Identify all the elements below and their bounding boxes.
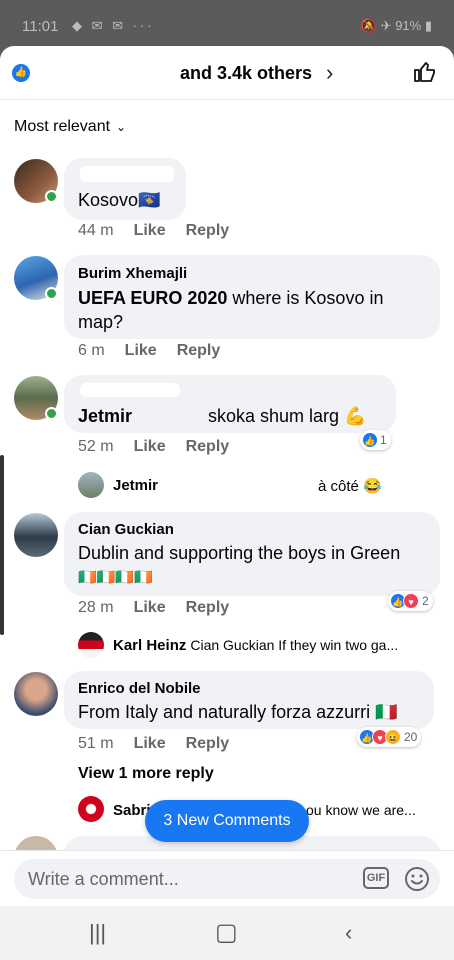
- avatar[interactable]: [14, 513, 58, 557]
- composer-field[interactable]: GIF: [14, 859, 440, 899]
- reply-author: Jetmir: [113, 477, 159, 494]
- comment-text: Dublin and supporting the boys in Green: [78, 543, 401, 563]
- comment-author[interactable]: Burim Xhemajli: [78, 265, 187, 282]
- chevron-down-icon: ⌄: [116, 120, 127, 134]
- reactions-header: 👍 and 3.4k others ›: [0, 46, 454, 100]
- comment-time: 51 m: [78, 735, 114, 752]
- comment-flags: 🇮🇪🇮🇪🇮🇪🇮🇪: [78, 569, 153, 586]
- notification-icons: ◆ ✉ ✉ ···: [72, 18, 155, 33]
- haha-reaction-icon: 😆: [385, 729, 401, 745]
- comment-actions: 52 m Like Reply: [78, 438, 249, 456]
- reply-button[interactable]: Reply: [186, 735, 230, 753]
- sort-dropdown[interactable]: Most relevant ⌄: [14, 118, 126, 136]
- status-time: 11:01: [22, 18, 59, 35]
- thumbs-up-icon[interactable]: [413, 60, 437, 84]
- home-icon[interactable]: ▢: [215, 918, 238, 947]
- comments-sheet: 👍 and 3.4k others › Most relevant ⌄ Kosov…: [0, 46, 454, 906]
- comment-input[interactable]: [28, 869, 348, 890]
- online-indicator: [45, 190, 58, 203]
- reactors-link[interactable]: and 3.4k others: [180, 63, 312, 84]
- reaction-count[interactable]: 👍 ♥ 😆 20: [357, 727, 422, 747]
- like-reaction-icon: 👍: [12, 64, 30, 82]
- reply-author: Karl Heinz: [113, 637, 187, 654]
- battery-level: 91%: [395, 18, 422, 33]
- love-reaction-icon: ♥: [403, 593, 419, 609]
- comment-actions: 6 m Like Reply: [78, 342, 240, 360]
- comment-time: 6 m: [78, 342, 105, 359]
- online-indicator: [45, 407, 58, 420]
- avatar[interactable]: [78, 796, 104, 822]
- comment-author[interactable]: Cian Guckian: [78, 521, 174, 538]
- avatar[interactable]: [78, 632, 104, 658]
- like-button[interactable]: Like: [134, 222, 166, 240]
- comment-text: UEFA EURO 2020 where is Kosovo in map?: [78, 288, 384, 332]
- reaction-count[interactable]: 👍 ♥ 2: [388, 591, 433, 611]
- comment-actions: 28 m Like Reply: [78, 599, 249, 617]
- like-button[interactable]: Like: [134, 438, 166, 456]
- chevron-right-icon[interactable]: ›: [326, 60, 333, 86]
- back-icon[interactable]: ‹: [345, 920, 352, 946]
- comment-actions: 44 m Like Reply: [78, 222, 249, 240]
- comment-author[interactable]: Enrico del Nobile: [78, 680, 201, 697]
- reply-preview[interactable]: Jetmir: [113, 477, 162, 494]
- comment-actions: 51 m Like Reply: [78, 735, 249, 753]
- new-comments-button[interactable]: 3 New Comments: [145, 800, 309, 842]
- reply-button[interactable]: Reply: [186, 599, 230, 617]
- reply-button[interactable]: Reply: [186, 438, 230, 456]
- comment-text-rest: skoka shum larg 💪: [208, 406, 367, 426]
- emoji-icon[interactable]: [404, 866, 430, 892]
- system-navigation-bar: ||| ▢ ‹: [0, 906, 454, 960]
- comment-time: 44 m: [78, 222, 114, 239]
- avatar[interactable]: [78, 472, 104, 498]
- comment-time: 28 m: [78, 599, 114, 616]
- reply-text: Cian Guckian If they win two ga...: [190, 637, 399, 653]
- like-reaction-icon: 👍: [362, 432, 378, 448]
- view-more-replies-link[interactable]: View 1 more reply: [78, 765, 214, 783]
- redacted-name: [80, 383, 180, 397]
- comment-text: Kosovo🇽🇰: [78, 190, 161, 210]
- reply-preview[interactable]: Karl Heinz Cian Guckian If they win two g…: [113, 637, 398, 654]
- online-indicator: [45, 287, 58, 300]
- gif-icon[interactable]: GIF: [363, 867, 389, 889]
- status-bar: 11:01 ◆ ✉ ✉ ··· 🔕 ✈ 91% ▮: [0, 0, 454, 46]
- reply-button[interactable]: Reply: [177, 342, 221, 360]
- like-button[interactable]: Like: [134, 735, 166, 753]
- sort-label: Most relevant: [14, 118, 111, 135]
- reply-button[interactable]: Reply: [186, 222, 230, 240]
- reply-text[interactable]: à côté 😂: [318, 477, 382, 495]
- comment-text: From Italy and naturally forza azzurri 🇮…: [78, 702, 398, 722]
- mention-link[interactable]: Jetmir: [78, 406, 132, 426]
- reply-text[interactable]: ou know we are...: [306, 802, 416, 818]
- comment-composer: GIF: [0, 850, 454, 906]
- redacted-name: [80, 166, 174, 182]
- recent-apps-icon[interactable]: |||: [89, 920, 106, 946]
- reaction-count[interactable]: 👍 1: [360, 430, 391, 450]
- like-button[interactable]: Like: [134, 599, 166, 617]
- status-icons: 🔕 ✈ 91% ▮: [360, 18, 432, 33]
- like-button[interactable]: Like: [125, 342, 157, 360]
- hashtag-link[interactable]: UEFA EURO 2020: [78, 288, 227, 308]
- comment-time: 52 m: [78, 438, 114, 455]
- edge-panel-handle[interactable]: [0, 455, 4, 635]
- avatar[interactable]: [14, 672, 58, 716]
